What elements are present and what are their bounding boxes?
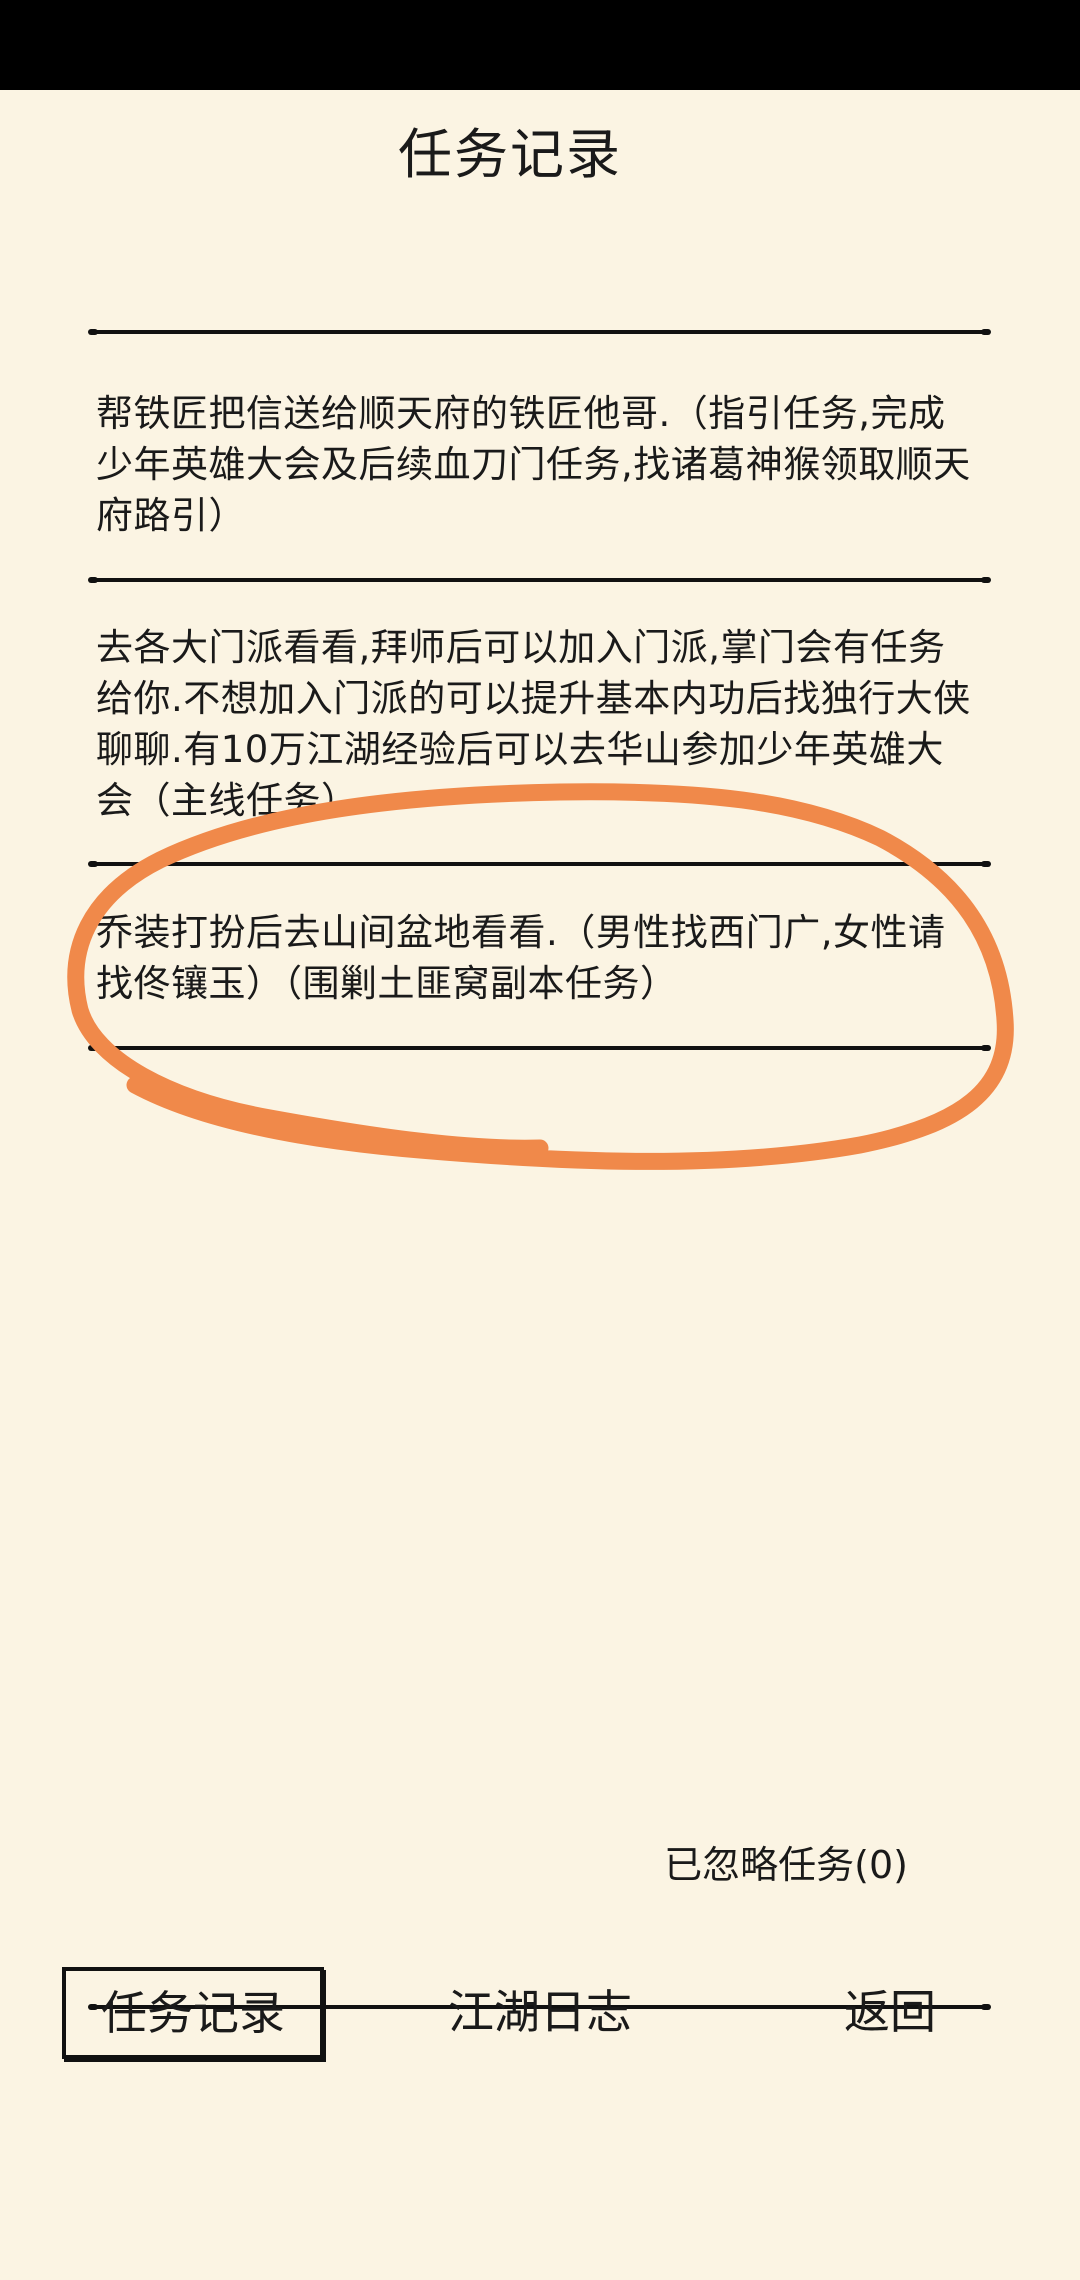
quest-item-1[interactable]: 帮铁匠把信送给顺天府的铁匠他哥.（指引任务,完成少年英雄大会及后续血刀门任务,找… xyxy=(96,388,976,541)
quest-item-3[interactable]: 乔装打扮后去山间盆地看看.（男性找西门广,女性请找佟镶玉）（围剿土匪窝副本任务） xyxy=(96,907,976,1009)
tab-jianghu-journal[interactable]: 江湖日志 xyxy=(430,1967,650,2057)
status-bar xyxy=(0,0,1080,90)
back-button[interactable]: 返回 xyxy=(820,1967,960,2057)
title-divider xyxy=(88,329,991,335)
quest-divider xyxy=(88,577,991,583)
tab-quest-records[interactable]: 任务记录 xyxy=(62,1967,324,2059)
quest-divider xyxy=(88,1045,991,1051)
quest-item-2[interactable]: 去各大门派看看,拜师后可以加入门派,掌门会有任务给你.不想加入门派的可以提升基本… xyxy=(96,622,976,826)
page-title: 任务记录 xyxy=(398,123,622,186)
ignored-quests-button[interactable]: 已忽略任务(0) xyxy=(664,1840,908,1890)
quest-divider xyxy=(88,861,991,867)
